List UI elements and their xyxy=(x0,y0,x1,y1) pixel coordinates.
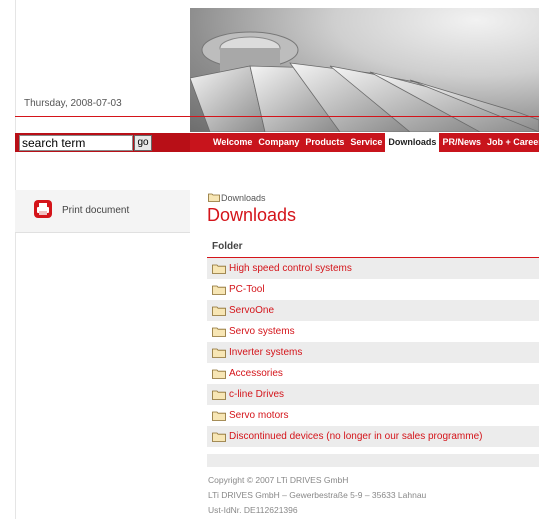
folder-row[interactable]: Servo motors xyxy=(207,405,539,426)
folder-link[interactable]: PC-Tool xyxy=(229,284,265,295)
folder-row[interactable]: Servo systems xyxy=(207,321,539,342)
folder-icon xyxy=(212,285,226,295)
folder-icon xyxy=(212,432,226,442)
folder-row[interactable]: Discontinued devices (no longer in our s… xyxy=(207,426,539,447)
current-date: Thursday, 2008-07-03 xyxy=(24,98,122,109)
folder-icon xyxy=(208,193,220,202)
folder-icon xyxy=(212,327,226,337)
footer-copyright: Copyright © 2007 LTi DRIVES GmbH xyxy=(208,475,349,485)
folder-row[interactable]: Accessories xyxy=(207,363,539,384)
folder-icon xyxy=(212,348,226,358)
header-turbine-image xyxy=(190,8,539,132)
printer-icon[interactable] xyxy=(34,200,52,218)
footer-address: LTi DRIVES GmbH – Gewerbestraße 5-9 – 35… xyxy=(208,490,427,500)
folder-row[interactable]: ServoOne xyxy=(207,300,539,321)
footer-vat-id: Ust-IdNr. DE112621396 xyxy=(208,505,298,515)
nav-item-pr-news[interactable]: PR/News xyxy=(439,133,484,152)
nav-item-downloads[interactable]: Downloads xyxy=(385,133,440,152)
folder-icon xyxy=(212,369,226,379)
footer: Copyright © 2007 LTi DRIVES GmbH LTi DRI… xyxy=(208,473,426,518)
folder-row[interactable]: PC-Tool xyxy=(207,279,539,300)
breadcrumb[interactable]: Downloads xyxy=(221,193,266,203)
nav-item-company[interactable]: Company xyxy=(255,133,302,152)
folder-link[interactable]: ServoOne xyxy=(229,305,274,316)
folder-icon xyxy=(212,411,226,421)
folder-link[interactable]: c-line Drives xyxy=(229,389,284,400)
nav-item-job-career[interactable]: Job + Career xyxy=(484,133,539,152)
folder-link[interactable]: Inverter systems xyxy=(229,347,302,358)
folder-icon xyxy=(212,306,226,316)
search-go-button[interactable]: go xyxy=(134,135,152,151)
folder-row[interactable]: High speed control systems xyxy=(207,258,539,279)
folder-row[interactable]: c-line Drives xyxy=(207,384,539,405)
search-input[interactable] xyxy=(19,135,133,151)
folder-icon xyxy=(212,264,226,274)
folder-link[interactable]: Discontinued devices (no longer in our s… xyxy=(229,431,482,442)
folder-link[interactable]: Servo motors xyxy=(229,410,288,421)
nav-item-welcome[interactable]: Welcome xyxy=(210,133,255,152)
folder-column-header: Folder xyxy=(212,241,243,252)
folder-link[interactable]: Accessories xyxy=(229,368,283,379)
page-title: Downloads xyxy=(207,205,297,225)
folder-row[interactable]: Inverter systems xyxy=(207,342,539,363)
nav-item-service[interactable]: Service xyxy=(347,133,385,152)
main-nav: Welcome Company Products Service Downloa… xyxy=(210,133,539,152)
folder-link[interactable]: Servo systems xyxy=(229,326,295,337)
print-document-link[interactable]: Print document xyxy=(62,205,129,216)
nav-item-products[interactable]: Products xyxy=(302,133,347,152)
left-border xyxy=(15,0,16,519)
folder-link[interactable]: High speed control systems xyxy=(229,263,352,274)
header-divider xyxy=(15,116,539,117)
folder-list: High speed control systems PC-Tool Servo… xyxy=(207,258,539,447)
folder-icon xyxy=(212,390,226,400)
footer-band xyxy=(207,454,539,467)
